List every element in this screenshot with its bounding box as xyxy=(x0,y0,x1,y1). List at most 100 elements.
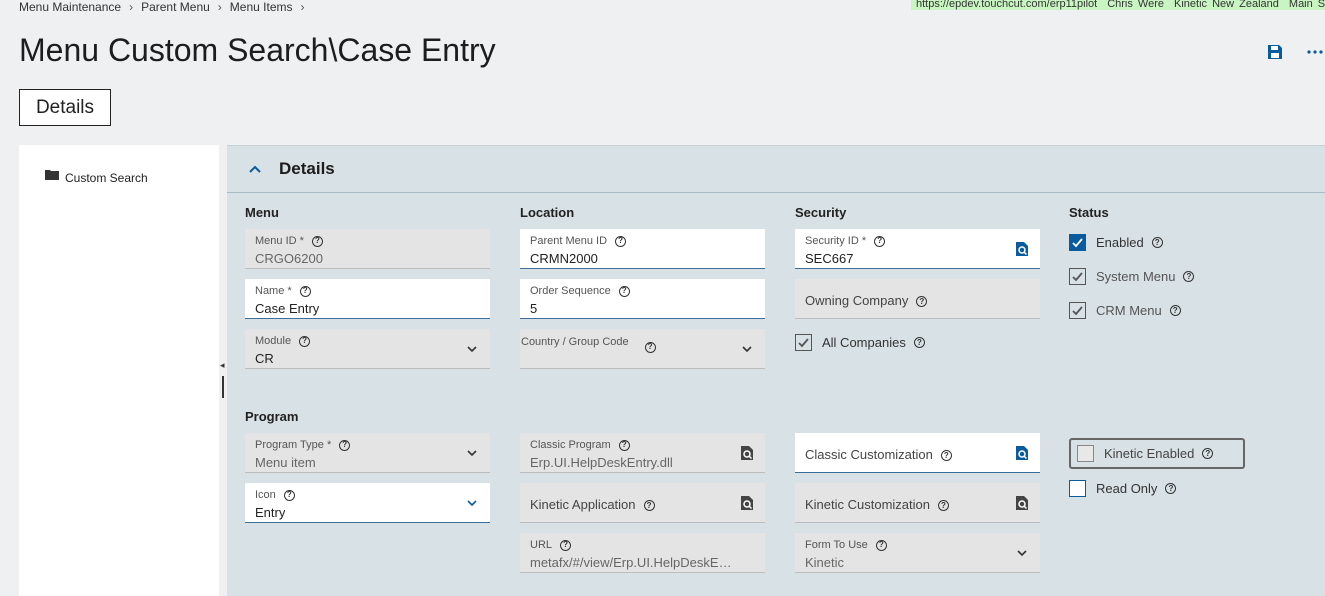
checkbox-box[interactable] xyxy=(1069,234,1086,251)
breadcrumb-link[interactable]: Menu Items xyxy=(230,0,293,14)
tab-details[interactable]: Details xyxy=(19,89,111,126)
field-label: Country / Group Code xyxy=(521,336,629,348)
tree-panel xyxy=(19,145,219,596)
help-icon[interactable]: ? xyxy=(644,341,656,353)
help-icon[interactable]: ? xyxy=(1169,305,1181,316)
checkbox-box[interactable] xyxy=(795,334,812,351)
icon-value: Entry xyxy=(255,505,286,520)
url-value: metafx/#/view/Erp.UI.HelpDeskEnt… xyxy=(530,555,735,570)
chevron-down-icon[interactable] xyxy=(466,447,478,459)
help-icon[interactable]: ? xyxy=(875,539,887,551)
order-sequence-value[interactable]: 5 xyxy=(530,301,537,316)
details-panel xyxy=(227,145,1325,596)
help-icon[interactable]: ? xyxy=(299,285,311,297)
help-icon[interactable]: ? xyxy=(1151,237,1163,248)
search-icon[interactable] xyxy=(739,495,755,511)
crm-menu-checkbox[interactable]: CRM Menu? xyxy=(1069,302,1181,319)
name-value[interactable]: Case Entry xyxy=(255,301,319,316)
section-location: Location xyxy=(520,205,575,220)
help-icon[interactable]: ? xyxy=(940,450,952,462)
field-label: Module xyxy=(255,335,292,347)
checkbox-box[interactable] xyxy=(1069,480,1086,497)
help-icon[interactable]: ? xyxy=(618,285,630,297)
help-icon[interactable]: ? xyxy=(938,500,949,512)
classic-customization-field[interactable]: Classic Customization? xyxy=(795,433,1040,473)
field-label: Order Sequence xyxy=(530,285,611,297)
collapse-arrow-icon[interactable]: ◂ xyxy=(220,360,225,371)
help-icon[interactable]: ? xyxy=(916,296,928,308)
checkbox-box[interactable] xyxy=(1069,302,1086,319)
details-panel-header[interactable]: Details xyxy=(227,145,1325,193)
kinetic-customization-field[interactable]: Kinetic Customization? xyxy=(795,483,1040,523)
chevron-down-icon[interactable] xyxy=(741,343,753,355)
help-icon[interactable]: ? xyxy=(283,489,295,501)
enabled-checkbox[interactable]: Enabled? xyxy=(1069,234,1163,251)
breadcrumb-link[interactable]: Parent Menu xyxy=(141,0,210,14)
parent-menu-id-field[interactable]: Parent Menu ID? CRMN2000 xyxy=(520,229,765,269)
help-icon[interactable]: ? xyxy=(1165,483,1177,494)
search-icon[interactable] xyxy=(1014,241,1030,257)
chevron-down-icon[interactable] xyxy=(1016,547,1028,559)
program-type-dropdown[interactable]: Program Type *? Menu item xyxy=(245,433,490,473)
breadcrumb-link[interactable]: Menu Maintenance xyxy=(19,0,121,14)
owning-company-field[interactable]: Owning Company? xyxy=(795,279,1040,319)
help-icon[interactable]: ? xyxy=(618,439,630,451)
icon-dropdown[interactable]: Icon? Entry xyxy=(245,483,490,523)
help-icon[interactable]: ? xyxy=(615,235,627,247)
checkbox-box[interactable] xyxy=(1069,268,1086,285)
section-program: Program xyxy=(245,409,299,424)
order-sequence-field[interactable]: Order Sequence? 5 xyxy=(520,279,765,319)
kinetic-application-field[interactable]: Kinetic Application? xyxy=(520,483,765,523)
classic-program-value: Erp.UI.HelpDeskEntry.dll xyxy=(530,455,673,470)
env-company: Kinetic New Zealand xyxy=(1174,0,1279,10)
field-label: Owning Company xyxy=(805,293,909,308)
panel-splitter[interactable] xyxy=(222,376,224,398)
help-icon[interactable]: ? xyxy=(339,439,351,451)
search-icon[interactable] xyxy=(1014,495,1030,511)
help-icon[interactable]: ? xyxy=(311,235,323,247)
field-label: Menu ID * xyxy=(255,235,304,247)
section-status: Status xyxy=(1069,205,1109,220)
field-label: Name * xyxy=(255,285,292,297)
chevron-down-icon[interactable] xyxy=(466,343,478,355)
checkbox-label: Kinetic Enabled xyxy=(1104,446,1195,461)
help-icon[interactable]: ? xyxy=(1183,271,1195,282)
check-icon xyxy=(1072,238,1083,248)
module-dropdown[interactable]: Module? CR xyxy=(245,329,490,369)
form-to-use-dropdown[interactable]: Form To Use? Kinetic xyxy=(795,533,1040,573)
check-icon xyxy=(1072,272,1083,282)
checkbox-label: System Menu xyxy=(1096,269,1176,284)
security-id-field[interactable]: Security ID *? SEC667 xyxy=(795,229,1040,269)
parent-menu-id-value[interactable]: CRMN2000 xyxy=(530,251,598,266)
folder-icon xyxy=(45,169,59,183)
field-label: Kinetic Application xyxy=(530,497,636,512)
security-id-value[interactable]: SEC667 xyxy=(805,251,853,266)
system-menu-checkbox[interactable]: System Menu? xyxy=(1069,268,1195,285)
environment-bar: https://epdev.touchcut.com/erp11pilot Chr… xyxy=(911,0,1325,10)
country-group-code-dropdown[interactable]: Country / Group Code? xyxy=(520,329,765,369)
read-only-checkbox[interactable]: Read Only? xyxy=(1069,480,1177,497)
save-icon[interactable] xyxy=(1265,42,1285,62)
tree-item-custom-search[interactable]: Custom Search xyxy=(45,167,148,185)
env-user: Chris Were xyxy=(1107,0,1165,10)
name-field[interactable]: Name *? Case Entry xyxy=(245,279,490,319)
url-field: URL? metafx/#/view/Erp.UI.HelpDeskEnt… xyxy=(520,533,765,573)
field-label: Kinetic Customization xyxy=(805,497,930,512)
field-label: Form To Use xyxy=(805,539,868,551)
checkbox-label: Enabled xyxy=(1096,235,1144,250)
help-icon[interactable]: ? xyxy=(1202,448,1214,459)
kinetic-enabled-checkbox[interactable]: Kinetic Enabled? xyxy=(1069,438,1245,469)
search-icon[interactable] xyxy=(739,445,755,461)
search-icon[interactable] xyxy=(1014,445,1030,461)
checkbox-label: Read Only xyxy=(1096,481,1158,496)
help-icon[interactable]: ? xyxy=(299,335,311,347)
env-site: Main S xyxy=(1288,0,1325,10)
more-icon[interactable] xyxy=(1305,42,1325,62)
chevron-down-icon[interactable] xyxy=(466,497,478,509)
help-icon[interactable]: ? xyxy=(913,337,925,348)
help-icon[interactable]: ? xyxy=(560,539,572,551)
all-companies-checkbox[interactable]: All Companies? xyxy=(795,334,925,351)
checkbox-box[interactable] xyxy=(1077,445,1094,462)
help-icon[interactable]: ? xyxy=(874,235,886,247)
help-icon[interactable]: ? xyxy=(643,500,655,512)
